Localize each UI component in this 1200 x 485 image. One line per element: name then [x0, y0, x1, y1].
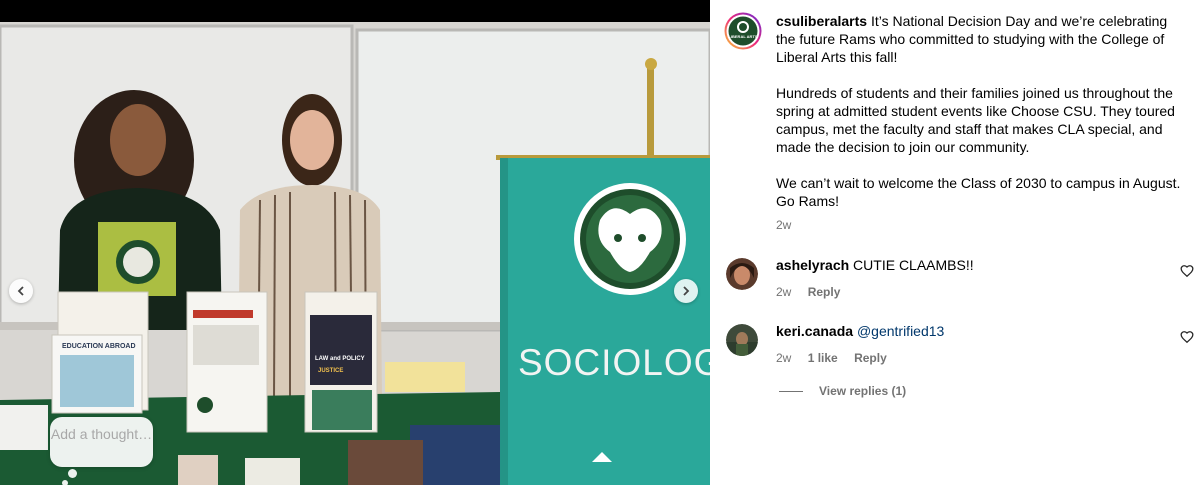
comment-username[interactable]: ashelyrach — [776, 257, 849, 273]
commenter-avatar[interactable] — [726, 324, 758, 356]
comment-item: keri.canada @gentrified13 2w 1 like Repl… — [724, 322, 1194, 365]
post-username[interactable]: csuliberalarts — [776, 13, 867, 29]
previous-photo-button[interactable] — [9, 279, 33, 303]
post-caption: LIBERAL ARTS csuliberalarts It’s Nationa… — [724, 12, 1186, 233]
comment-likes[interactable]: 1 like — [808, 351, 838, 365]
comment-age[interactable]: 2w — [776, 285, 791, 299]
reply-button[interactable]: Reply — [808, 285, 841, 299]
add-thought-bubble[interactable]: Add a thought… — [50, 417, 153, 467]
post-viewer: EDUCATION ABROAD LAW and POLICY JUSTICE — [0, 0, 1200, 485]
chevron-left-icon — [17, 286, 24, 296]
replies-divider-line — [779, 390, 803, 392]
comment-mention[interactable]: @gentrified13 — [857, 323, 944, 339]
like-heart-icon[interactable] — [1180, 330, 1194, 344]
account-avatar[interactable]: LIBERAL ARTS — [724, 12, 762, 50]
chevron-right-icon — [683, 286, 690, 296]
like-heart-icon[interactable] — [1180, 264, 1194, 278]
brochure-education-abroad: EDUCATION ABROAD — [62, 343, 136, 350]
next-photo-button[interactable] — [674, 279, 698, 303]
post-media[interactable]: EDUCATION ABROAD LAW and POLICY JUSTICE — [0, 0, 710, 485]
thought-bubble-tail — [68, 469, 77, 478]
comment-username[interactable]: keri.canada — [776, 323, 853, 339]
view-replies-label[interactable]: View replies (1) — [819, 384, 906, 398]
commenter-avatar[interactable] — [726, 258, 758, 290]
comment-age[interactable]: 2w — [776, 351, 791, 365]
banner-text: SOCIOLOGY — [518, 342, 710, 383]
post-age[interactable]: 2w — [776, 217, 1186, 233]
comments-panel: LIBERAL ARTS csuliberalarts It’s Nationa… — [710, 0, 1200, 485]
comment-item: ashelyrach CUTIE CLAAMBS!! 2w Reply — [724, 256, 1194, 299]
comment-text: CUTIE CLAAMBS!! — [849, 257, 974, 273]
avatar-badge-text: LIBERAL ARTS — [728, 34, 757, 39]
brochure-justice: JUSTICE — [318, 368, 343, 374]
caption-paragraph-3: We can’t wait to welcome the Class of 20… — [776, 175, 1181, 209]
reply-button[interactable]: Reply — [854, 351, 887, 365]
post-photo: EDUCATION ABROAD LAW and POLICY JUSTICE — [0, 0, 710, 485]
view-replies-button[interactable]: View replies (1) — [779, 384, 906, 398]
thought-bubble-tail — [62, 480, 68, 485]
caption-paragraph-2: Hundreds of students and their families … — [776, 85, 1175, 155]
brochure-law-policy: LAW and POLICY — [315, 356, 365, 362]
